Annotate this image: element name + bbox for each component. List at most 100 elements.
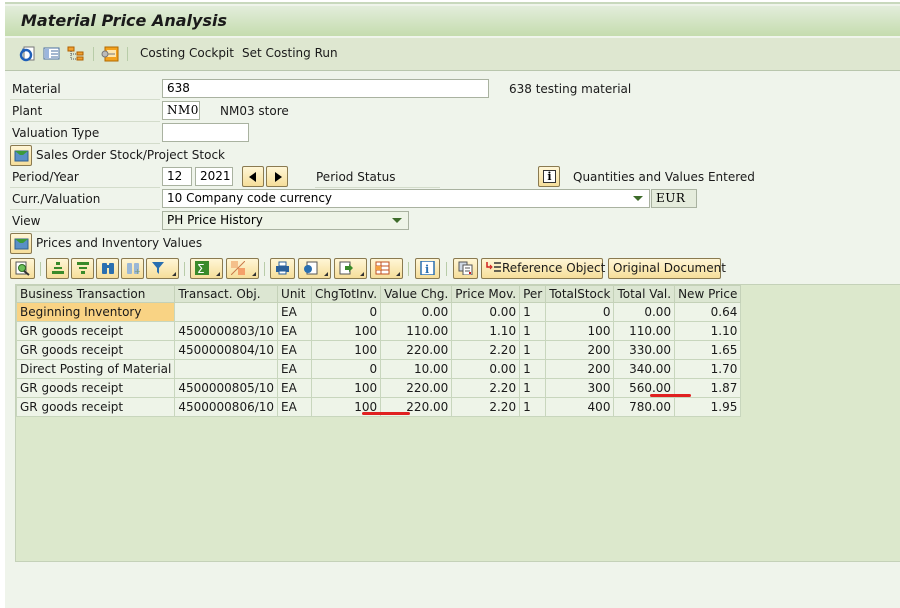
cell-price-mov[interactable]: 2.20 [451,340,521,360]
prices-inventory-toggle-button[interactable] [10,233,32,254]
cell-price-mov[interactable]: 2.20 [451,397,521,417]
cell-value-chg[interactable]: 110.00 [380,321,453,341]
cell-value-chg[interactable]: 10.00 [380,359,453,379]
table-row[interactable]: Beginning Inventory EA 0 0.00 0.00 1 0 0.00 0.64 [15,302,742,322]
column-header-unit[interactable]: Unit [277,285,313,303]
export-button[interactable] [334,258,367,279]
cell-unit[interactable]: EA [277,321,313,341]
cell-total-stock[interactable]: 200 [545,359,615,379]
print-button[interactable] [270,258,295,279]
cell-chg-tot-inv[interactable]: 100 [311,378,382,398]
cell-price-mov[interactable]: 0.00 [451,359,521,379]
curr-valuation-dropdown[interactable]: 10 Company code currency [162,189,650,208]
column-header-total-stock[interactable]: TotalStock [545,285,615,303]
costing-run-icon[interactable] [101,46,119,62]
reference-object-button[interactable]: Reference Object [481,258,605,279]
set-costing-run-link[interactable]: Set Costing Run [242,46,338,60]
cell-price-mov[interactable]: 1.10 [451,321,521,341]
cell-total-stock[interactable]: 200 [545,340,615,360]
cell-per[interactable]: 1 [519,340,547,360]
table-row[interactable]: GR goods receipt 4500000804/10 EA 100 220.00… [15,340,742,360]
cell-chg-tot-inv[interactable]: 100 [311,321,382,341]
cell-total-val[interactable]: 110.00 [613,321,676,341]
cell-unit[interactable]: EA [277,340,313,360]
cell-transact-obj[interactable]: 4500000804/10 [174,340,279,360]
column-header-chg-tot-inv[interactable]: ChgTotInv. [311,285,382,303]
cell-total-stock[interactable]: 0 [545,302,615,322]
filter-button[interactable] [146,258,179,279]
cell-total-val[interactable]: 330.00 [613,340,676,360]
cell-unit[interactable]: EA [277,359,313,379]
views-button[interactable] [298,258,331,279]
cell-business-transaction[interactable]: GR goods receipt [15,378,176,398]
cell-total-val[interactable]: 780.00 [613,397,676,417]
details-button[interactable] [10,258,35,279]
cell-business-transaction[interactable]: GR goods receipt [15,340,176,360]
material-field[interactable]: 638 [162,79,489,98]
cell-transact-obj[interactable] [174,359,279,379]
original-document-button[interactable]: Original Document [608,258,726,279]
cell-chg-tot-inv[interactable]: 100 [311,340,382,360]
sales-order-stock-toggle-button[interactable] [10,145,32,166]
cell-transact-obj[interactable]: 4500000806/10 [174,397,279,417]
year-field[interactable]: 2021 [195,167,233,186]
cell-business-transaction[interactable]: GR goods receipt [15,321,176,341]
cell-new-price[interactable]: 1.95 [674,397,742,417]
cell-new-price[interactable]: 1.10 [674,321,742,341]
cell-business-transaction[interactable]: GR goods receipt [15,397,176,417]
cell-transact-obj[interactable] [174,302,279,322]
find-next-button[interactable]: + [121,258,144,279]
cell-value-chg[interactable]: 0.00 [380,302,453,322]
cell-per[interactable]: 1 [519,321,547,341]
cell-per[interactable]: 1 [519,302,547,322]
cell-business-transaction[interactable]: Beginning Inventory [15,302,176,322]
graphic-button[interactable] [453,258,478,279]
cell-unit[interactable]: EA [277,378,313,398]
cell-chg-tot-inv[interactable]: 0 [311,302,382,322]
details-list-icon[interactable] [43,46,61,62]
total-button[interactable]: Σ [190,258,223,279]
column-header-total-val[interactable]: Total Val. [613,285,676,303]
cell-total-stock[interactable]: 100 [545,321,615,341]
layout-button[interactable] [370,258,403,279]
find-button[interactable] [96,258,119,279]
cell-per[interactable]: 1 [519,378,547,398]
cell-unit[interactable]: EA [277,397,313,417]
cell-transact-obj[interactable]: 4500000805/10 [174,378,279,398]
column-header-value-chg[interactable]: Value Chg. [380,285,453,303]
cell-value-chg[interactable]: 220.00 [380,378,453,398]
cell-per[interactable]: 1 [519,397,547,417]
cell-price-mov[interactable]: 0.00 [451,302,521,322]
table-row[interactable]: Direct Posting of Material EA 0 10.00 0.00 1 2… [15,359,742,379]
chevron-down-icon[interactable] [392,218,402,223]
table-row[interactable]: GR goods receipt 4500000803/10 EA 100 110.00… [15,321,742,341]
cell-total-stock[interactable]: 400 [545,397,615,417]
refresh-icon[interactable] [19,46,37,62]
sort-descending-button[interactable] [71,258,94,279]
period-status-info-button[interactable]: i [538,166,560,187]
sort-ascending-button[interactable] [46,258,69,279]
cell-price-mov[interactable]: 2.20 [451,378,521,398]
cell-chg-tot-inv[interactable]: 0 [311,359,382,379]
table-row[interactable]: GR goods receipt 4500000805/10 EA 100 220.00… [15,378,742,398]
cell-new-price[interactable]: 1.70 [674,359,742,379]
view-dropdown[interactable]: PH Price History [162,211,409,230]
period-field[interactable]: 12 [162,167,192,186]
cell-unit[interactable]: EA [277,302,313,322]
cell-total-val[interactable]: 0.00 [613,302,676,322]
previous-period-button[interactable] [242,166,264,187]
column-header-price-mov[interactable]: Price Mov. [451,285,521,303]
column-header-transact-obj[interactable]: Transact. Obj. [174,285,279,303]
chevron-down-icon[interactable] [633,196,643,201]
cell-total-stock[interactable]: 300 [545,378,615,398]
column-header-per[interactable]: Per [519,285,547,303]
plant-field[interactable]: NM03 [162,101,200,120]
cell-per[interactable]: 1 [519,359,547,379]
cell-total-val[interactable]: 340.00 [613,359,676,379]
costing-cockpit-link[interactable]: Costing Cockpit [140,46,234,60]
information-button[interactable]: i [415,258,440,279]
column-header-business-transaction[interactable]: Business Transaction [15,285,176,303]
valuation-type-field[interactable] [162,123,249,142]
column-header-new-price[interactable]: New Price [674,285,742,303]
cell-new-price[interactable]: 1.65 [674,340,742,360]
